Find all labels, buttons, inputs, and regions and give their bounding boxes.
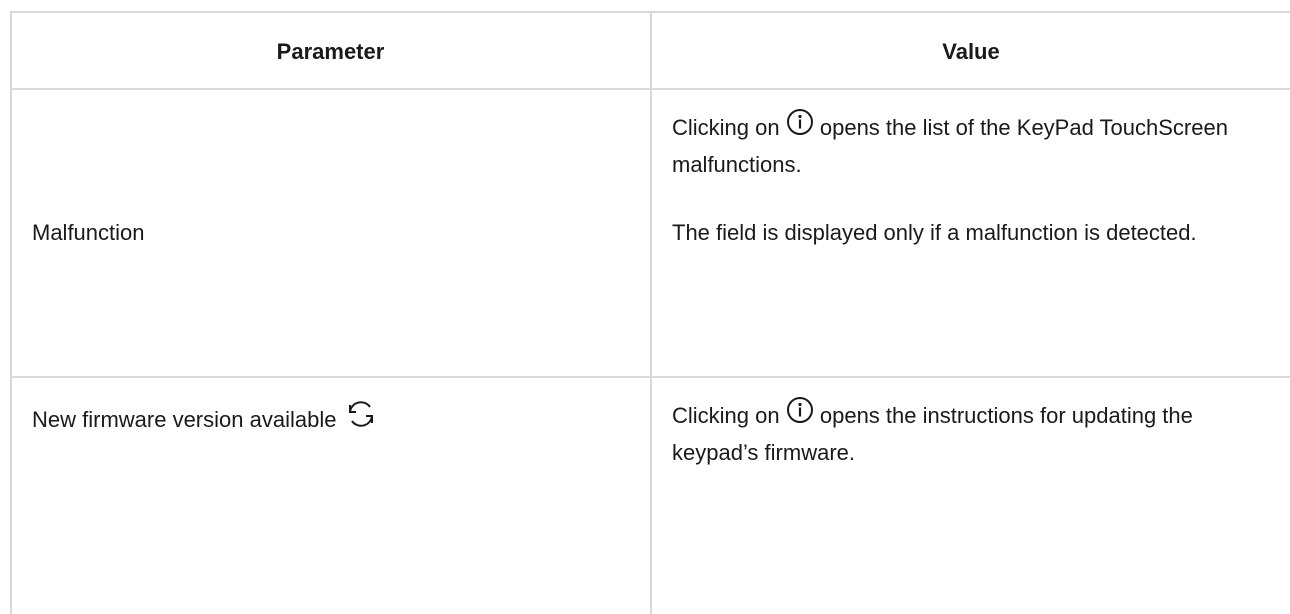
value-text: Clicking on: [672, 114, 780, 140]
header-row-divider: [10, 88, 1290, 90]
value-paragraph: The field is displayed only if a malfunc…: [672, 220, 1197, 245]
column-divider: [650, 11, 652, 614]
value-paragraph: Clicking on opens the instructions for u…: [672, 396, 1252, 470]
row-parameter-firmware: New firmware version available: [32, 398, 379, 444]
value-text: Clicking on: [672, 402, 780, 428]
value-paragraph: Clicking on opens the list of the KeyPad…: [672, 108, 1252, 182]
info-circle-icon[interactable]: [786, 396, 814, 434]
row-value-malfunction: Clicking on opens the list of the KeyPad…: [672, 108, 1252, 250]
row-value-firmware: Clicking on opens the instructions for u…: [672, 396, 1252, 470]
header-parameter: Parameter: [276, 39, 385, 64]
row-divider: [10, 376, 1290, 378]
parameter-text: New firmware version available: [32, 406, 337, 432]
info-circle-icon[interactable]: [786, 108, 814, 146]
header-value: Value: [942, 39, 1000, 64]
refresh-arrows-icon: [343, 396, 379, 442]
row-parameter-malfunction: Malfunction: [32, 220, 145, 245]
